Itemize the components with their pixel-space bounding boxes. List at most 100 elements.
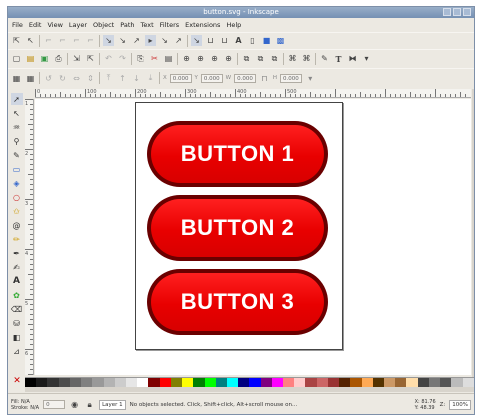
- palette-swatch[interactable]: [170, 378, 183, 387]
- zoom-width-icon[interactable]: ⊕: [223, 53, 234, 64]
- group-icon[interactable]: ⌘: [287, 53, 298, 64]
- palette-swatch[interactable]: [271, 378, 284, 387]
- layer-visibility-icon[interactable]: ◉: [69, 399, 80, 410]
- snap-paths-icon[interactable]: ↘: [117, 35, 128, 46]
- menu-edit[interactable]: Edit: [29, 21, 42, 29]
- palette-swatch[interactable]: [395, 378, 407, 387]
- snap-rotation-icon[interactable]: ⊔: [205, 35, 216, 46]
- layer-lock-icon[interactable]: 🔒︎: [84, 399, 95, 410]
- units-dropdown-icon[interactable]: ▾: [305, 73, 316, 84]
- menu-layer[interactable]: Layer: [69, 21, 87, 29]
- button-shape-1[interactable]: BUTTON 1: [147, 121, 328, 187]
- new-document-icon[interactable]: ▢: [11, 53, 22, 64]
- flip-h-icon[interactable]: ⇔: [71, 73, 82, 84]
- lower-icon[interactable]: ↓: [131, 73, 142, 84]
- menu-object[interactable]: Object: [93, 21, 114, 29]
- palette-swatch[interactable]: [238, 378, 250, 387]
- 3d-box-tool-icon[interactable]: ◈: [11, 177, 23, 189]
- snap-page-icon[interactable]: ▯: [247, 35, 258, 46]
- palette-swatch[interactable]: [417, 378, 429, 387]
- palette-swatch[interactable]: [114, 378, 126, 387]
- palette-swatch[interactable]: [440, 378, 452, 387]
- snap-baseline-icon[interactable]: ⊔: [219, 35, 230, 46]
- no-paint-icon[interactable]: ✕: [11, 377, 23, 387]
- palette-swatch[interactable]: [226, 378, 239, 387]
- xml-editor-icon[interactable]: ⧓: [347, 53, 358, 64]
- snap-edges-icon[interactable]: ⌐: [57, 35, 68, 46]
- zoom-tool-icon[interactable]: ⚲: [11, 135, 23, 147]
- palette-swatch[interactable]: [103, 378, 115, 387]
- button-shape-2[interactable]: BUTTON 2: [147, 195, 328, 261]
- raise-icon[interactable]: ↑: [117, 73, 128, 84]
- snap-cusp-icon[interactable]: ▸: [145, 35, 156, 46]
- palette-swatch[interactable]: [339, 378, 351, 387]
- button-shape-3[interactable]: BUTTON 3: [147, 269, 328, 335]
- palette-swatch[interactable]: [384, 378, 396, 387]
- lock-ratio-icon[interactable]: ⊓: [259, 73, 270, 84]
- menu-path[interactable]: Path: [120, 21, 134, 29]
- menu-file[interactable]: File: [12, 21, 23, 29]
- palette-swatch[interactable]: [148, 378, 160, 387]
- palette-swatch[interactable]: [137, 378, 149, 387]
- palette-swatch[interactable]: [25, 378, 37, 387]
- rotate-cw-icon[interactable]: ↻: [57, 73, 68, 84]
- palette-swatch[interactable]: [462, 378, 474, 387]
- export-icon[interactable]: ⇱: [85, 53, 96, 64]
- opacity-field[interactable]: 0: [43, 400, 66, 409]
- text-tool-icon[interactable]: A: [11, 275, 23, 287]
- import-icon[interactable]: ⇲: [71, 53, 82, 64]
- fill-stroke-icon[interactable]: ✎: [319, 53, 330, 64]
- raise-top-icon[interactable]: ⤒: [103, 73, 114, 84]
- duplicate-icon[interactable]: ⧉: [241, 53, 252, 64]
- rectangle-tool-icon[interactable]: ▭: [11, 163, 23, 175]
- rotate-ccw-icon[interactable]: ↺: [43, 73, 54, 84]
- palette-swatch[interactable]: [361, 378, 373, 387]
- cut-icon[interactable]: ✂: [149, 53, 160, 64]
- lower-bottom-icon[interactable]: ⤓: [145, 73, 156, 84]
- zoom-selection-icon[interactable]: ⊕: [181, 53, 192, 64]
- palette-swatch[interactable]: [47, 378, 59, 387]
- vertical-scrollbar[interactable]: [472, 89, 474, 377]
- node-tool-icon[interactable]: ↖: [11, 107, 23, 119]
- snap-nodes-icon[interactable]: ↘: [103, 35, 114, 46]
- close-button[interactable]: [463, 8, 471, 16]
- selector-tool-icon[interactable]: ➚: [10, 93, 23, 105]
- palette-swatch[interactable]: [260, 378, 272, 387]
- clone-icon[interactable]: ⧉: [255, 53, 266, 64]
- gradient-tool-icon[interactable]: ◧: [11, 331, 23, 343]
- snap-corners-icon[interactable]: ⌐: [71, 35, 82, 46]
- eraser-tool-icon[interactable]: ⌫: [11, 303, 23, 315]
- snap-midpoints-icon[interactable]: ↗: [173, 35, 184, 46]
- palette-swatch[interactable]: [350, 378, 362, 387]
- height-field[interactable]: 0.000: [280, 73, 302, 83]
- width-field[interactable]: 0.000: [234, 73, 256, 83]
- toolbar-more-icon[interactable]: ▾: [361, 53, 372, 64]
- text-font-icon[interactable]: T: [333, 53, 344, 64]
- select-arrow-icon[interactable]: ⇱: [11, 35, 22, 46]
- palette-swatch[interactable]: [36, 378, 48, 387]
- document-page[interactable]: BUTTON 1 BUTTON 2 BUTTON 3: [135, 102, 343, 350]
- palette-swatch[interactable]: [294, 378, 306, 387]
- spiral-tool-icon[interactable]: @: [11, 219, 23, 231]
- palette-swatch[interactable]: [372, 378, 384, 387]
- palette-swatch[interactable]: [58, 378, 70, 387]
- bucket-tool-icon[interactable]: ⛁: [11, 317, 23, 329]
- save-icon[interactable]: ▣: [39, 53, 50, 64]
- snap-guide-icon[interactable]: ▩: [275, 35, 286, 46]
- palette-swatch[interactable]: [125, 378, 138, 387]
- ungroup-icon[interactable]: ⌘: [301, 53, 312, 64]
- palette-swatch[interactable]: [305, 378, 317, 387]
- snap-intersections-icon[interactable]: ↗: [131, 35, 142, 46]
- spray-tool-icon[interactable]: ✿: [11, 289, 23, 301]
- undo-icon[interactable]: ↶: [103, 53, 114, 64]
- palette-swatch[interactable]: [249, 378, 261, 387]
- zoom-drawing-icon[interactable]: ⊕: [195, 53, 206, 64]
- select-all-layers-icon[interactable]: ▦: [25, 73, 36, 84]
- palette-swatch[interactable]: [451, 378, 463, 387]
- fill-stroke-indicator[interactable]: Fill: N/A Stroke: N/A: [11, 399, 39, 411]
- menu-text[interactable]: Text: [141, 21, 154, 29]
- palette-swatch[interactable]: [159, 378, 171, 387]
- menu-help[interactable]: Help: [226, 21, 241, 29]
- palette-swatch[interactable]: [283, 378, 295, 387]
- copy-icon[interactable]: ⎘: [135, 53, 146, 64]
